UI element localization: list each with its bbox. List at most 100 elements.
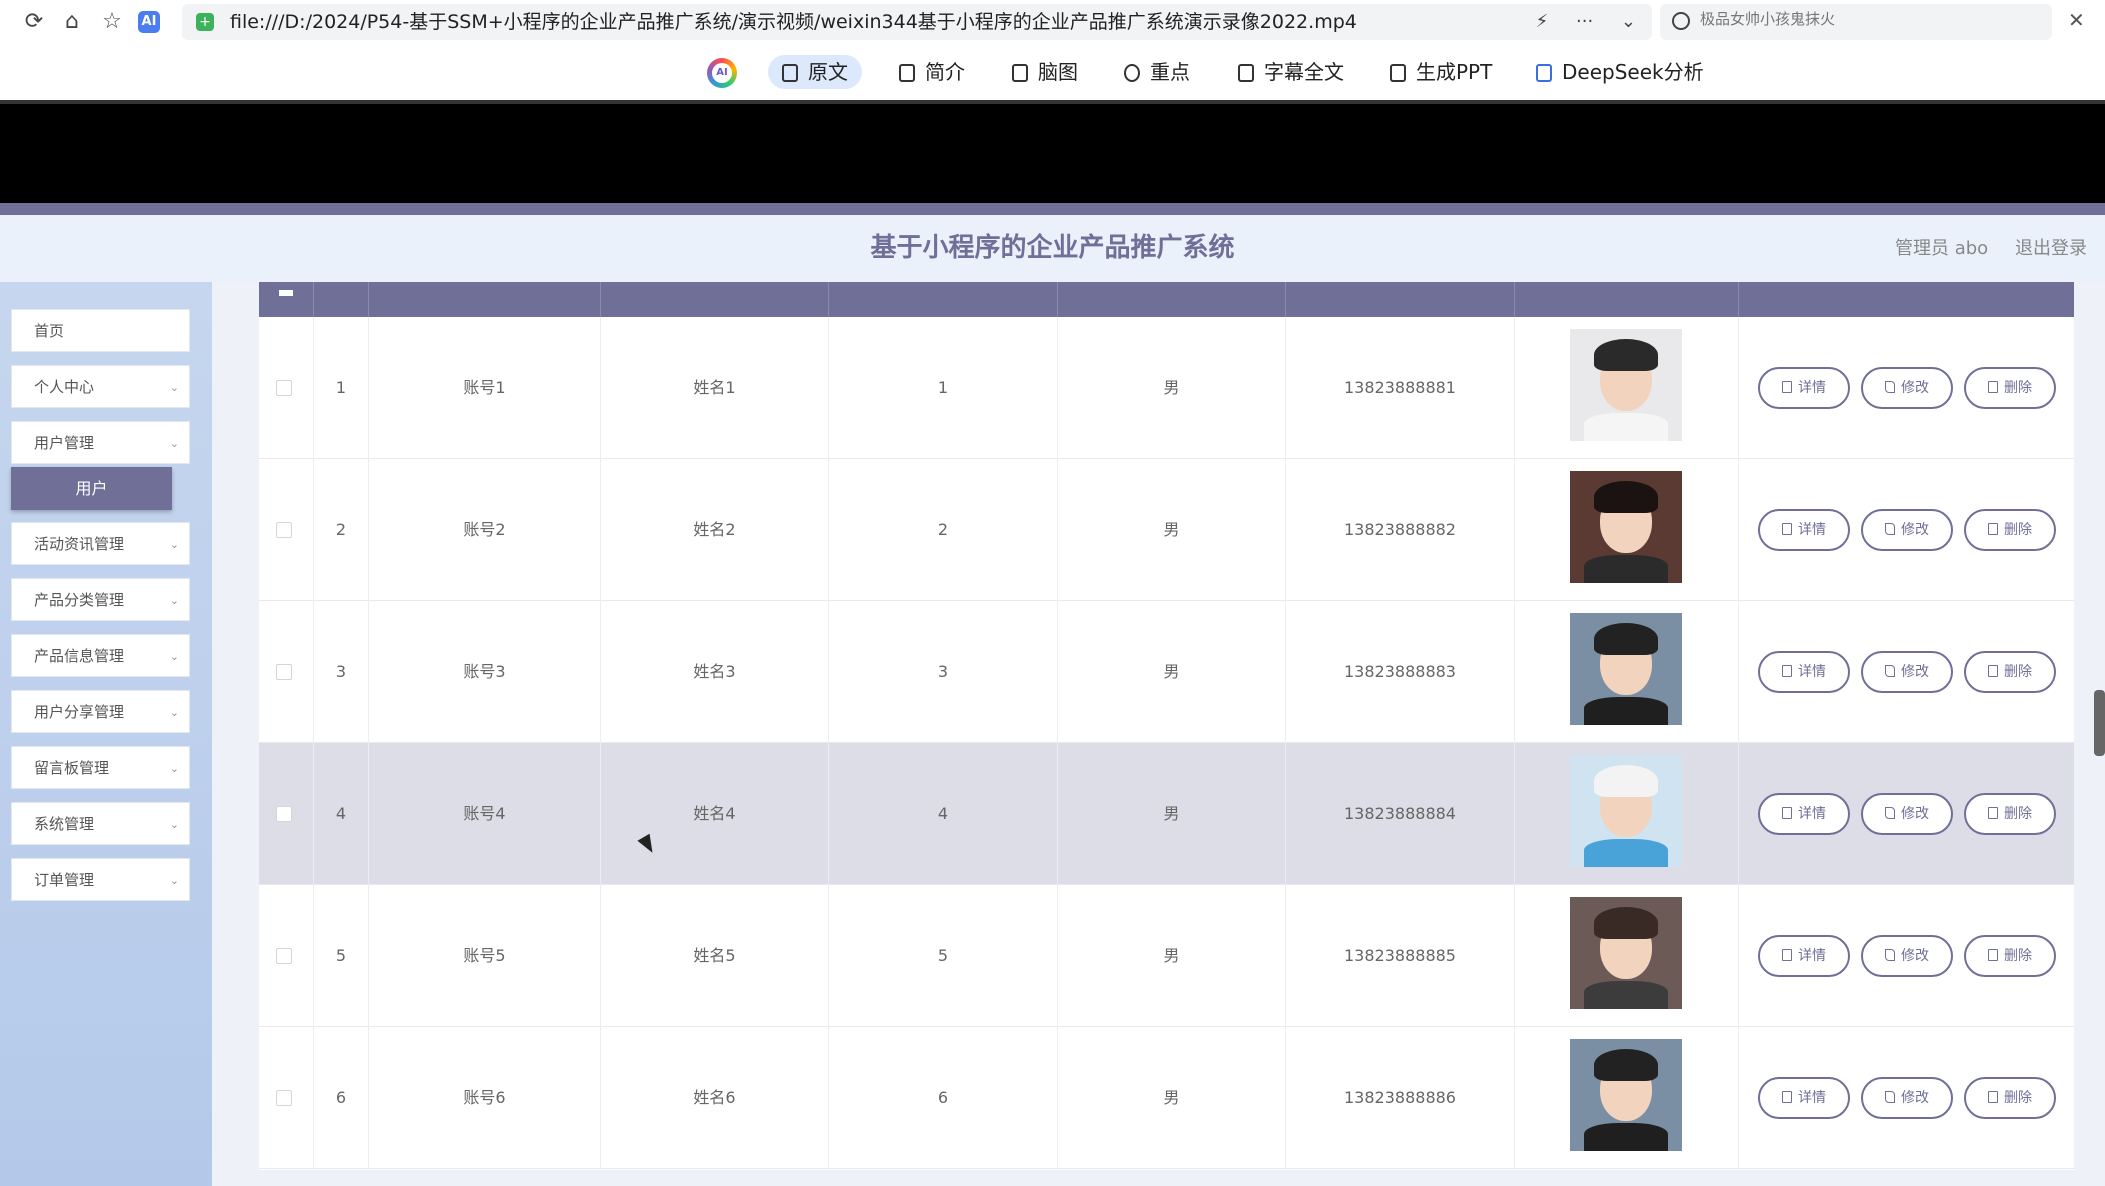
phone-cell: 13823888881: [1286, 317, 1515, 459]
favorites-icon[interactable]: ☆: [98, 8, 126, 36]
ai-icon[interactable]: AI: [138, 11, 160, 33]
delete-button[interactable]: 删除: [1964, 651, 2056, 693]
sidebar-item-orders[interactable]: 订单管理 ⌄: [11, 858, 190, 901]
table-row[interactable]: 6 账号6 姓名6 6 男 13823888886 详情 修改 删除: [259, 1027, 2074, 1169]
row-checkbox[interactable]: [276, 380, 292, 396]
edit-button[interactable]: 修改: [1861, 935, 1953, 977]
delete-button[interactable]: 删除: [1964, 1077, 2056, 1119]
detail-button[interactable]: 详情: [1758, 1077, 1850, 1119]
tab-generate-ppt[interactable]: 生成PPT: [1376, 55, 1506, 89]
gender-cell: 男: [1058, 459, 1286, 601]
trash-icon: [1988, 665, 1998, 677]
avatar[interactable]: [1570, 329, 1682, 441]
age-cell: 5: [829, 885, 1058, 1027]
row-checkbox[interactable]: [276, 806, 292, 822]
chevron-down-icon: ⌄: [169, 594, 179, 607]
reload-icon[interactable]: ⟳: [20, 8, 48, 36]
trash-icon: [1988, 807, 1998, 819]
chevron-down-icon: ⌄: [169, 538, 179, 551]
row-checkbox[interactable]: [276, 522, 292, 538]
table-row[interactable]: 3 账号3 姓名3 3 男 13823888883 详情 修改 删除: [259, 601, 2074, 743]
table-row[interactable]: 1 账号1 姓名1 1 男 13823888881 详情 修改 删除: [259, 317, 2074, 459]
chevron-down-icon: ⌄: [169, 650, 179, 663]
ai-logo-icon[interactable]: [707, 58, 737, 88]
url-text[interactable]: file:///D:/2024/P54-基于SSM+小程序的企业产品推广系统/演…: [230, 4, 1357, 40]
scrollbar-handle[interactable]: [2094, 690, 2105, 756]
chevron-down-icon: ⌄: [169, 381, 179, 394]
avatar[interactable]: [1570, 1039, 1682, 1151]
gender-cell: 男: [1058, 743, 1286, 885]
edit-button[interactable]: 修改: [1861, 793, 1953, 835]
sidebar-item-personal-center[interactable]: 个人中心 ⌄: [11, 365, 190, 408]
phone-cell: 13823888885: [1286, 885, 1515, 1027]
delete-button[interactable]: 删除: [1964, 793, 2056, 835]
detail-button[interactable]: 详情: [1758, 651, 1850, 693]
account-cell: 账号5: [369, 885, 601, 1027]
delete-button[interactable]: 删除: [1964, 509, 2056, 551]
tab-subtitles[interactable]: 字幕全文: [1224, 55, 1358, 89]
sidebar-item-product-info[interactable]: 产品信息管理 ⌄: [11, 634, 190, 677]
gender-cell: 男: [1058, 601, 1286, 743]
edit-button[interactable]: 修改: [1861, 367, 1953, 409]
table-row[interactable]: 4 账号4 姓名4 4 男 13823888884 详情 修改 删除: [259, 743, 2074, 885]
document-icon: [1782, 949, 1792, 961]
sidebar-item-activity-news[interactable]: 活动资讯管理 ⌄: [11, 522, 190, 565]
sidebar-item-system[interactable]: 系统管理 ⌄: [11, 802, 190, 845]
more-icon[interactable]: ···: [1576, 11, 1593, 32]
search-icon: [1672, 12, 1690, 30]
row-checkbox[interactable]: [276, 948, 292, 964]
delete-button[interactable]: 删除: [1964, 367, 2056, 409]
deepseek-icon: [1536, 64, 1552, 82]
avatar[interactable]: [1570, 755, 1682, 867]
phone-cell: 13823888883: [1286, 601, 1515, 743]
avatar[interactable]: [1570, 613, 1682, 725]
close-icon[interactable]: ✕: [2068, 8, 2085, 32]
tab-keypoints[interactable]: 重点: [1110, 55, 1204, 89]
ppt-icon: [1390, 64, 1406, 82]
edit-button[interactable]: 修改: [1861, 651, 1953, 693]
pencil-icon: [1885, 807, 1895, 819]
name-cell: 姓名1: [601, 317, 829, 459]
home-icon[interactable]: ⌂: [58, 8, 86, 36]
delete-button[interactable]: 删除: [1964, 935, 2056, 977]
detail-button[interactable]: 详情: [1758, 935, 1850, 977]
account-cell: 账号4: [369, 743, 601, 885]
row-checkbox[interactable]: [276, 664, 292, 680]
table-row[interactable]: 2 账号2 姓名2 2 男 13823888882 详情 修改 删除: [259, 459, 2074, 601]
detail-button[interactable]: 详情: [1758, 509, 1850, 551]
logout-button[interactable]: 退出登录: [2015, 215, 2087, 282]
pencil-icon: [1885, 949, 1895, 961]
tab-mindmap[interactable]: 脑图: [998, 55, 1092, 89]
avatar[interactable]: [1570, 897, 1682, 1009]
select-all-checkbox[interactable]: [259, 282, 314, 317]
chevron-down-icon[interactable]: ⌄: [1621, 11, 1636, 32]
browser-toolbar: ⟳ ⌂ ☆ AI + file:///D:/2024/P54-基于SSM+小程序…: [0, 0, 2105, 44]
edit-button[interactable]: 修改: [1861, 1077, 1953, 1119]
age-cell: 3: [829, 601, 1058, 743]
row-index: 3: [314, 601, 369, 743]
document-icon: [899, 64, 915, 82]
sidebar-item-product-category[interactable]: 产品分类管理 ⌄: [11, 578, 190, 621]
search-input[interactable]: 极品女帅小孩鬼抹火: [1700, 4, 1835, 34]
row-checkbox[interactable]: [276, 1090, 292, 1106]
detail-button[interactable]: 详情: [1758, 793, 1850, 835]
sidebar-subitem-user[interactable]: 用户: [11, 467, 172, 510]
pencil-icon: [1885, 1091, 1895, 1103]
detail-button[interactable]: 详情: [1758, 367, 1850, 409]
sidebar-item-message-board[interactable]: 留言板管理 ⌄: [11, 746, 190, 789]
search-box[interactable]: 极品女帅小孩鬼抹火: [1660, 4, 2052, 40]
edit-button[interactable]: 修改: [1861, 509, 1953, 551]
phone-cell: 13823888882: [1286, 459, 1515, 601]
address-bar[interactable]: + file:///D:/2024/P54-基于SSM+小程序的企业产品推广系统…: [182, 4, 1652, 40]
sidebar-item-user-management[interactable]: 用户管理 ⌄: [11, 421, 190, 464]
tab-deepseek[interactable]: DeepSeek分析: [1522, 55, 1718, 89]
tab-original[interactable]: 原文: [768, 55, 862, 89]
age-cell: 6: [829, 1027, 1058, 1169]
tab-summary[interactable]: 简介: [885, 55, 979, 89]
table-row[interactable]: 5 账号5 姓名5 5 男 13823888885 详情 修改 删除: [259, 885, 2074, 1027]
sidebar-item-home[interactable]: 首页: [11, 309, 190, 352]
sidebar-item-user-share[interactable]: 用户分享管理 ⌄: [11, 690, 190, 733]
avatar[interactable]: [1570, 471, 1682, 583]
lightning-icon[interactable]: ⚡: [1536, 11, 1549, 32]
account-cell: 账号3: [369, 601, 601, 743]
